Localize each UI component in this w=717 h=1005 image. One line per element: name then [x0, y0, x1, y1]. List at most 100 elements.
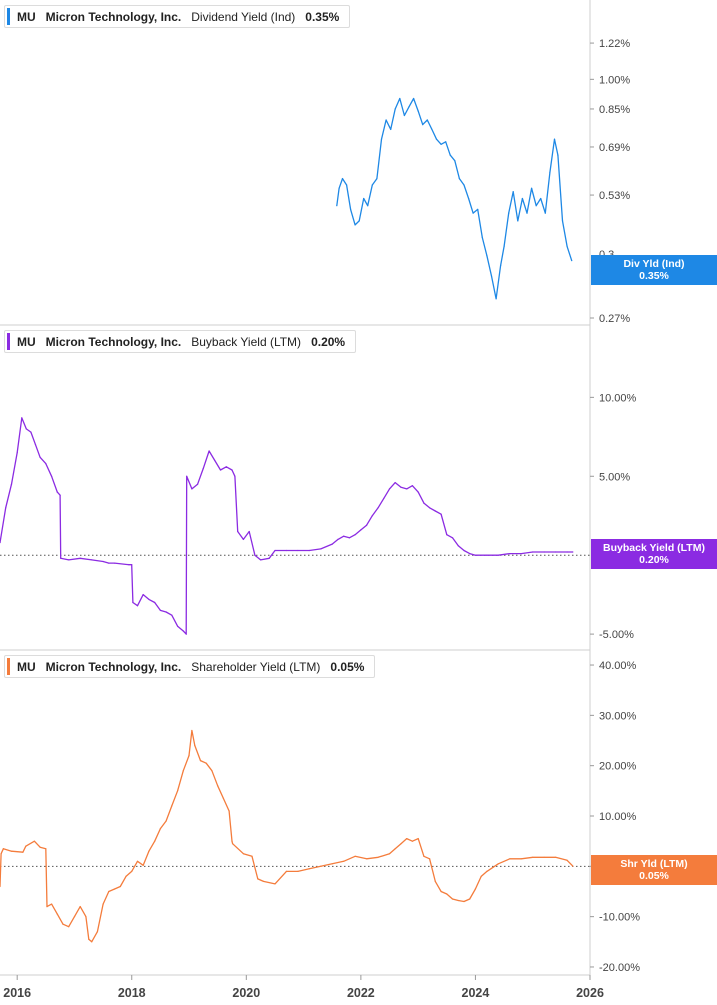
data-point-buyback-yield	[5, 507, 7, 509]
data-point-shareholder-yield	[211, 770, 213, 772]
data-point-shareholder-yield	[108, 890, 110, 893]
data-point-buyback-yield	[520, 553, 522, 555]
legend-metric: Buyback Yield (LTM)	[191, 334, 302, 349]
data-point-shareholder-yield	[509, 858, 511, 860]
data-point-dividend-yield	[363, 197, 365, 200]
data-point-dividend-yield	[490, 275, 493, 277]
y-tick-label: 0.27%	[599, 313, 630, 325]
data-point-shareholder-yield	[148, 850, 150, 852]
data-point-dividend-yield	[544, 212, 546, 214]
data-point-buyback-yield	[197, 483, 199, 485]
data-point-shareholder-yield	[56, 913, 58, 915]
value-tag-buyback-yield: Buyback Yield (LTM) 0.20%	[591, 539, 717, 569]
y-tick-label: 40.00%	[599, 660, 637, 672]
data-point-shareholder-yield	[85, 916, 87, 918]
data-point-shareholder-yield	[297, 870, 299, 873]
value-tag-label: Shr Yld (LTM)	[620, 858, 688, 870]
data-point-dividend-yield	[413, 97, 415, 100]
data-point-dividend-yield	[390, 128, 392, 130]
value-tag-label: Buyback Yield (LTM)	[603, 542, 705, 554]
data-point-shareholder-yield	[231, 840, 233, 842]
data-point-buyback-yield	[234, 475, 236, 477]
data-point-shareholder-yield	[400, 843, 402, 845]
legend-dividend-yield[interactable]: MU Micron Technology, Inc. Dividend Yiel…	[4, 5, 351, 28]
data-point-shareholder-yield	[543, 856, 545, 858]
data-point-dividend-yield	[408, 106, 410, 108]
series-line-shareholder-yield	[0, 729, 574, 943]
data-point-dividend-yield	[350, 208, 352, 210]
data-point-buyback-yield	[572, 551, 574, 553]
y-tick-label: 1.22%	[599, 38, 630, 50]
data-point-dividend-yield	[531, 187, 533, 189]
data-point-buyback-yield	[219, 469, 222, 471]
y-tick-label: 30.00%	[599, 710, 637, 722]
data-point-dividend-yield	[346, 184, 348, 186]
data-point-buyback-yield	[297, 549, 299, 552]
data-point-buyback-yield	[566, 551, 568, 553]
data-point-shareholder-yield	[33, 840, 36, 842]
data-point-shareholder-yield	[406, 838, 408, 840]
data-point-buyback-yield	[128, 564, 130, 566]
data-point-dividend-yield	[503, 245, 505, 247]
data-point-dividend-yield	[549, 171, 551, 173]
data-point-buyback-yield	[39, 456, 41, 458]
data-point-buyback-yield	[114, 562, 116, 564]
data-point-buyback-yield	[59, 494, 61, 496]
legend-company: Micron Technology, Inc.	[45, 9, 182, 24]
data-point-dividend-yield	[566, 245, 568, 247]
x-tick-label: 2018	[118, 986, 146, 1000]
data-point-shareholder-yield	[469, 898, 471, 900]
data-point-buyback-yield	[186, 475, 188, 477]
data-point-dividend-yield	[495, 298, 497, 300]
data-point-shareholder-yield	[182, 770, 184, 772]
data-point-dividend-yield	[571, 260, 573, 262]
data-point-buyback-yield	[423, 502, 425, 504]
legend-buyback-yield[interactable]: MU Micron Technology, Inc. Buyback Yield…	[4, 330, 357, 353]
data-point-dividend-yield	[385, 119, 387, 121]
data-point-dividend-yield	[358, 220, 360, 222]
data-point-buyback-yield	[434, 510, 436, 512]
x-tick-label: 2022	[347, 986, 375, 1000]
legend-value: 0.20%	[311, 334, 346, 349]
data-point-dividend-yield	[468, 197, 470, 200]
data-point-shareholder-yield	[555, 856, 557, 858]
data-point-buyback-yield	[331, 543, 333, 545]
data-point-shareholder-yield	[423, 855, 425, 857]
data-point-dividend-yield	[517, 220, 519, 222]
legend-shareholder-yield[interactable]: MU Micron Technology, Inc. Shareholder Y…	[4, 655, 376, 678]
data-point-dividend-yield	[508, 212, 510, 214]
data-point-shareholder-yield	[257, 878, 259, 880]
x-tick-label: 2020	[232, 986, 260, 1000]
data-point-buyback-yield	[225, 466, 227, 468]
data-point-shareholder-yield	[417, 838, 419, 840]
data-point-buyback-yield	[343, 535, 345, 537]
data-point-buyback-yield	[308, 549, 310, 552]
data-point-buyback-yield	[248, 530, 250, 533]
data-point-shareholder-yield	[232, 843, 234, 845]
data-point-shareholder-yield	[388, 853, 391, 855]
data-point-buyback-yield	[274, 549, 276, 552]
data-point-buyback-yield	[214, 459, 216, 462]
data-point-dividend-yield	[376, 178, 378, 180]
data-point-shareholder-yield	[191, 729, 193, 732]
data-point-buyback-yield	[51, 475, 53, 477]
data-point-shareholder-yield	[131, 870, 133, 873]
data-point-buyback-yield	[354, 534, 356, 536]
data-point-dividend-yield	[422, 124, 424, 126]
data-point-buyback-yield	[254, 554, 256, 556]
data-point-shareholder-yield	[177, 790, 179, 792]
legend-ticker: MU	[17, 9, 36, 24]
data-point-buyback-yield	[79, 557, 81, 559]
data-point-dividend-yield	[341, 178, 344, 180]
data-point-buyback-yield	[108, 562, 110, 564]
data-point-dividend-yield	[500, 265, 502, 267]
data-point-buyback-yield	[440, 513, 442, 515]
data-point-buyback-yield	[417, 491, 419, 493]
data-point-dividend-yield	[417, 110, 419, 112]
data-point-buyback-yield	[132, 601, 134, 604]
legend-value: 0.05%	[330, 659, 365, 674]
data-point-dividend-yield	[426, 119, 428, 121]
data-point-shareholder-yield	[486, 870, 488, 873]
data-point-dividend-yield	[553, 138, 556, 140]
value-tag-value: 0.35%	[639, 270, 669, 282]
